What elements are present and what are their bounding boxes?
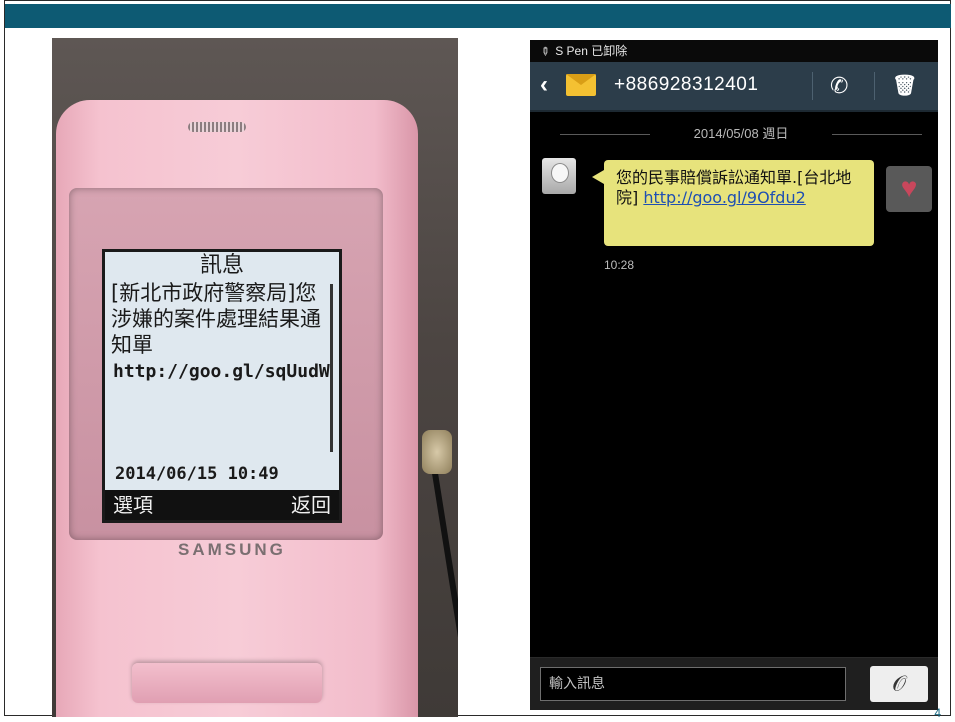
trash-icon[interactable]: 🗑 xyxy=(892,73,917,99)
smartphone-sms-screenshot: ✎ S Pen 已卸除 ‹ +886928312401 ✆ 🗑 2014/05/0… xyxy=(530,40,938,710)
flip-phone-photo: 訊息 [新北市政府警察局]您涉嫌的案件處理結果通知單 http://goo.gl… xyxy=(52,38,458,717)
back-arrow-icon[interactable]: ‹ xyxy=(540,72,548,98)
message-time: 10:28 xyxy=(604,258,635,272)
message-input[interactable] xyxy=(540,667,846,701)
message-link[interactable]: http://goo.gl/9Ofdu2 xyxy=(643,188,805,207)
header-divider xyxy=(874,72,875,100)
envelope-icon xyxy=(566,74,596,96)
paperclip-icon[interactable]: 𝒪 xyxy=(870,666,928,702)
contact-avatar[interactable] xyxy=(542,158,576,194)
sms-message-url: http://goo.gl/sqUudW xyxy=(113,361,330,382)
message-thread: 2014/05/08 週日 您的民事賠償訴訟通知單.[台北地院] http://… xyxy=(530,112,938,668)
earpiece-speaker xyxy=(188,122,246,132)
screen-title: 訊息 xyxy=(199,253,244,278)
contact-number[interactable]: +886928312401 xyxy=(614,74,758,96)
heart-icon[interactable]: ♥ xyxy=(886,166,932,212)
message-composer: 𝒪 xyxy=(530,657,938,710)
header-divider xyxy=(812,72,813,100)
status-text: S Pen 已卸除 xyxy=(555,44,628,58)
status-bar: ✎ S Pen 已卸除 xyxy=(530,40,938,62)
pen-icon: ✎ xyxy=(537,44,553,60)
conversation-header: ‹ +886928312401 ✆ 🗑 xyxy=(530,62,938,112)
sms-timestamp: 2014/06/15 10:49 xyxy=(115,464,279,484)
phone-hinge xyxy=(132,663,322,703)
slide-header-bar xyxy=(5,4,951,28)
softkey-back[interactable]: 返回 xyxy=(291,490,331,520)
charging-cable xyxy=(428,447,458,717)
cable-charm xyxy=(422,430,452,474)
flip-phone-screen: 訊息 [新北市政府警察局]您涉嫌的案件處理結果通知單 http://goo.gl… xyxy=(102,249,342,523)
page-number: 4 xyxy=(934,706,941,720)
brand-logo: SAMSUNG xyxy=(178,540,286,559)
message-bubble[interactable]: 您的民事賠償訴訟通知單.[台北地院] http://goo.gl/9Ofdu2 xyxy=(592,160,874,246)
softkey-options[interactable]: 選項 xyxy=(113,490,153,520)
softkey-bar: 選項 返回 xyxy=(105,490,339,520)
screen-scrollbar xyxy=(330,284,333,452)
sms-message-text: [新北市政府警察局]您涉嫌的案件處理結果通知單 xyxy=(111,281,321,357)
thread-date-divider: 2014/05/08 週日 xyxy=(560,126,922,142)
phone-icon[interactable]: ✆ xyxy=(830,72,848,100)
